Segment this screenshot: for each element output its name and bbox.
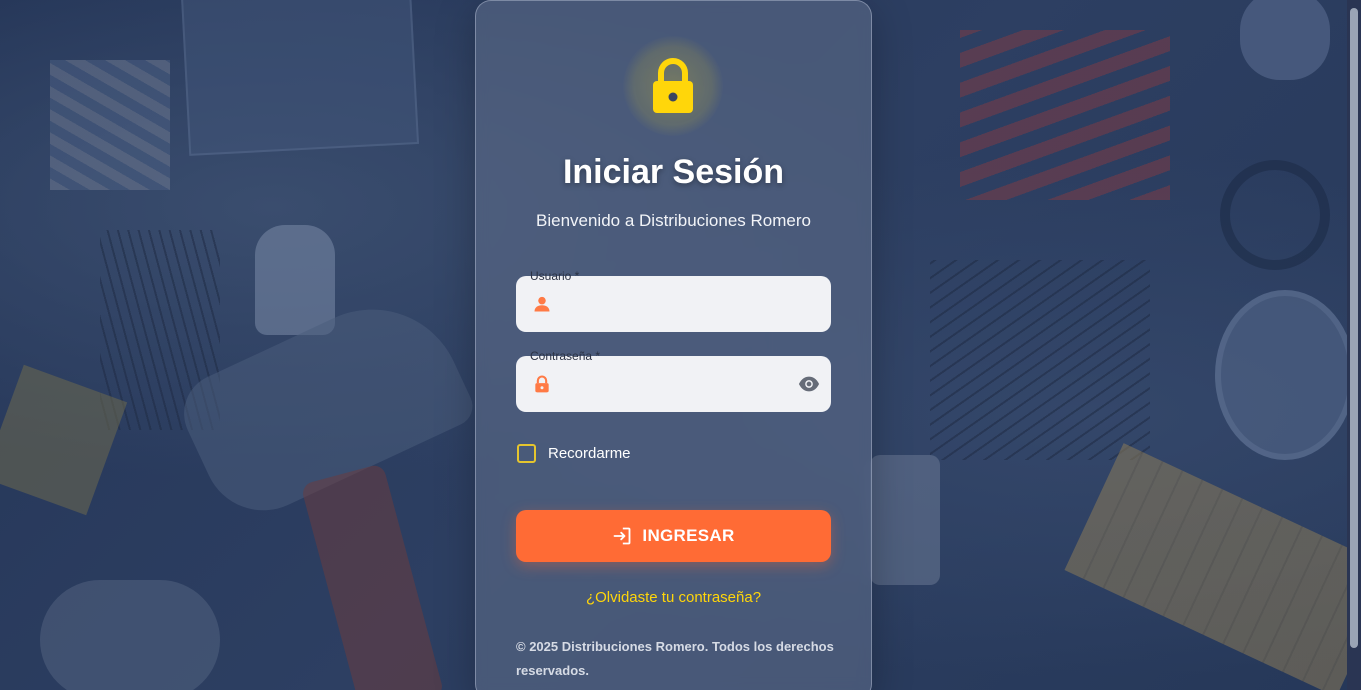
page-subtitle: Bienvenido a Distribuciones Romero	[536, 211, 811, 230]
login-button-label: INGRESAR	[642, 526, 735, 545]
deco-plug	[255, 225, 335, 335]
username-input[interactable]	[566, 284, 786, 324]
forgot-password-link[interactable]: ¿Olvidaste tu contraseña?	[476, 589, 871, 606]
deco-hammer-handle	[300, 463, 445, 690]
deco-wrench	[40, 580, 220, 690]
lock-badge	[623, 36, 723, 136]
username-label: Usuario *	[530, 269, 580, 283]
password-input[interactable]	[566, 364, 786, 404]
deco-screws	[930, 260, 1150, 460]
password-label: Contraseña *	[530, 349, 601, 363]
remember-me[interactable]: Recordarme	[517, 444, 631, 463]
login-button[interactable]: INGRESAR	[516, 510, 831, 562]
person-icon	[534, 296, 550, 312]
deco-folding-ruler	[1064, 443, 1361, 690]
page-title: Iniciar Sesión	[562, 153, 785, 191]
deco-switch-plate	[180, 0, 420, 156]
deco-drain	[1215, 290, 1355, 460]
remember-label: Recordarme	[548, 445, 631, 462]
password-field[interactable]	[516, 356, 831, 412]
login-card: Iniciar Sesión Bienvenido a Distribucion…	[475, 0, 872, 690]
lock-icon	[535, 375, 549, 393]
deco-cup	[1240, 0, 1330, 80]
deco-pipe-fitting	[870, 455, 940, 585]
username-field[interactable]	[516, 276, 831, 332]
lock-icon	[653, 58, 693, 113]
eye-icon[interactable]	[797, 373, 821, 395]
deco-ring	[1220, 160, 1330, 270]
deco-wire-clips	[50, 60, 170, 190]
login-icon	[614, 527, 631, 545]
copyright-footer: © 2025 Distribuciones Romero. Todos los …	[516, 639, 834, 678]
scrollbar-thumb[interactable]	[1350, 8, 1358, 648]
remember-checkbox[interactable]	[517, 444, 536, 463]
deco-wall-plugs	[960, 30, 1170, 200]
scrollbar[interactable]	[1347, 0, 1361, 690]
